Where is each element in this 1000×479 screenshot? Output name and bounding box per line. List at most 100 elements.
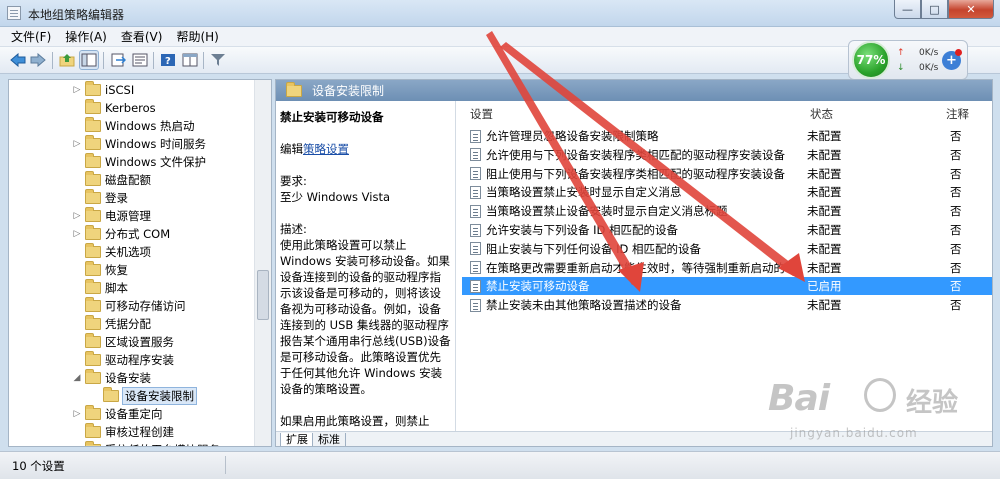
expander-icon[interactable]: ▷: [71, 85, 83, 95]
filter-icon[interactable]: [209, 51, 227, 69]
policy-row[interactable]: 允许使用与下列设备安装程序类相匹配的驱动程序安装设备 未配置 否: [462, 146, 992, 164]
policy-row[interactable]: 当策略设置禁止设备安装时显示自定义消息标题 未配置 否: [462, 202, 992, 220]
column-header-comment[interactable]: 注释: [946, 104, 969, 124]
policy-comment: 否: [950, 298, 962, 313]
policy-icon: [470, 279, 481, 293]
policy-comment: 否: [950, 204, 962, 219]
tree-item[interactable]: 脚本: [71, 279, 128, 297]
tree-item[interactable]: 凭据分配: [71, 315, 151, 333]
requirement-label: 要求:: [280, 174, 307, 188]
tree-item[interactable]: ▷ Windows 时间服务: [71, 135, 206, 153]
svg-text:?: ?: [165, 56, 171, 67]
tree-item[interactable]: 区域设置服务: [71, 333, 174, 351]
minimize-button[interactable]: —: [894, 0, 921, 19]
policy-comment: 否: [950, 129, 962, 143]
tree-item[interactable]: 关机选项: [71, 243, 151, 261]
tab-standard[interactable]: 标准: [312, 433, 346, 446]
expander-icon[interactable]: ▷: [71, 139, 83, 149]
menu-file[interactable]: 文件(F): [4, 28, 58, 45]
policy-row[interactable]: 允许管理员忽略设备安装限制策略 未配置 否: [462, 127, 992, 145]
tree-item[interactable]: Windows 热启动: [71, 117, 195, 135]
menu-help[interactable]: 帮助(H): [169, 28, 225, 45]
expander-icon[interactable]: ▷: [71, 229, 83, 239]
tree-item[interactable]: 审核过程创建: [71, 423, 174, 441]
tree-item-label: 凭据分配: [105, 317, 151, 331]
folder-icon: [85, 189, 101, 204]
column-header-state[interactable]: 状态: [810, 104, 833, 124]
up-folder-icon[interactable]: [58, 51, 76, 69]
network-speed-widget[interactable]: 77% ↑ ↓ 0K/s 0K/s +: [848, 40, 968, 80]
tree-item-label: 驱动程序安装: [105, 353, 174, 367]
policy-icon: [470, 129, 481, 143]
tree-item[interactable]: 登录: [71, 189, 128, 207]
extended-view-icon[interactable]: [181, 51, 199, 69]
policy-row[interactable]: 允许安装与下列设备 ID 相匹配的设备 未配置 否: [462, 221, 992, 239]
policy-row[interactable]: 当策略设置禁止安装时显示自定义消息 未配置 否: [462, 183, 992, 201]
tree-item[interactable]: ▷ iSCSI: [71, 81, 134, 99]
policy-name: 当策略设置禁止设备安装时显示自定义消息标题: [486, 204, 728, 219]
policy-comment: 否: [950, 223, 962, 237]
menu-view[interactable]: 查看(V): [114, 28, 170, 45]
expander-icon[interactable]: ◢: [71, 373, 83, 383]
tree-item[interactable]: Windows 文件保护: [71, 153, 206, 171]
description-panel: 禁止安装可移动设备 编辑策略设置 要求: 至少 Windows Vista 描述:…: [276, 101, 456, 431]
policy-icon: [470, 167, 481, 181]
policy-row[interactable]: 禁止安装可移动设备 已启用 否: [462, 277, 992, 296]
help-icon[interactable]: ?: [159, 51, 177, 69]
folder-icon: [286, 81, 302, 97]
tree-item[interactable]: 设备安装限制: [89, 387, 197, 405]
tree-item-label: Windows 文件保护: [105, 155, 206, 169]
forward-arrow-icon[interactable]: [29, 51, 47, 69]
description-label: 描述:: [280, 222, 307, 236]
expander-icon[interactable]: ▷: [71, 211, 83, 221]
tree-item[interactable]: 可移动存储访问: [71, 297, 186, 315]
folder-icon: [85, 441, 101, 446]
policy-row[interactable]: 阻止使用与下列设备安装程序类相匹配的驱动程序安装设备 未配置 否: [462, 165, 992, 183]
expander-icon[interactable]: ▷: [71, 409, 83, 419]
properties-icon[interactable]: [131, 51, 149, 69]
upload-arrow-icon: ↑: [897, 48, 905, 58]
tree-item[interactable]: 磁盘配额: [71, 171, 151, 189]
download-speed: 0K/s: [919, 63, 939, 73]
maximize-button[interactable]: □: [921, 0, 948, 19]
upload-speed: 0K/s: [919, 48, 939, 58]
folder-icon: [85, 207, 101, 222]
folder-icon: [85, 135, 101, 150]
folder-icon: [85, 333, 101, 348]
policy-name: 禁止安装未由其他策略设置描述的设备: [486, 298, 682, 313]
export-list-icon[interactable]: [109, 51, 127, 69]
policy-row[interactable]: 在策略更改需要重新启动才能生效时，等待强制重新启动的... 未配置 否: [462, 259, 992, 277]
folder-icon: [85, 171, 101, 186]
column-header-setting[interactable]: 设置: [470, 104, 493, 124]
policy-row[interactable]: 禁止安装未由其他策略设置描述的设备 未配置 否: [462, 296, 992, 314]
description-block: 描述: 使用此策略设置可以禁止 Windows 安装可移动设备。如果设备连接到的设…: [280, 221, 451, 397]
scrollbar-thumb[interactable]: [257, 270, 269, 320]
policy-name: 在策略更改需要重新启动才能生效时，等待强制重新启动的...: [486, 260, 796, 275]
close-button[interactable]: ✕: [948, 0, 994, 19]
tree-item-label: Windows 时间服务: [105, 137, 206, 151]
tree-item[interactable]: ▷ 设备重定向: [71, 405, 163, 423]
download-arrow-icon: ↓: [897, 63, 905, 73]
tree-item[interactable]: 受信任的平台模块服务: [71, 441, 220, 446]
tab-extended[interactable]: 扩展: [280, 433, 314, 446]
folder-icon: [85, 405, 101, 420]
tree-item[interactable]: Kerberos: [71, 99, 156, 117]
policy-settings-link[interactable]: 策略设置: [303, 142, 349, 156]
requirement-value: 至少 Windows Vista: [280, 190, 391, 204]
policy-name: 允许安装与下列设备 ID 相匹配的设备: [486, 223, 679, 237]
folder-icon: [85, 153, 101, 168]
tree-item[interactable]: 恢复: [71, 261, 128, 279]
back-arrow-icon[interactable]: [9, 51, 27, 69]
policy-row[interactable]: 阻止安装与下列任何设备 ID 相匹配的设备 未配置 否: [462, 240, 992, 258]
tree-scrollbar[interactable]: [254, 80, 271, 446]
menu-action[interactable]: 操作(A): [58, 28, 114, 45]
tree-item[interactable]: ▷ 电源管理: [71, 207, 151, 225]
tree-item[interactable]: 驱动程序安装: [71, 351, 174, 369]
policy-icon: [470, 298, 481, 312]
tree-item[interactable]: ▷ 分布式 COM: [71, 225, 170, 243]
toolbar-separator: [103, 52, 104, 69]
app-icon: [7, 6, 21, 20]
show-hide-tree-icon[interactable]: [79, 50, 99, 70]
policy-icon: [470, 185, 481, 199]
tree-item[interactable]: ◢ 设备安装: [71, 369, 151, 387]
